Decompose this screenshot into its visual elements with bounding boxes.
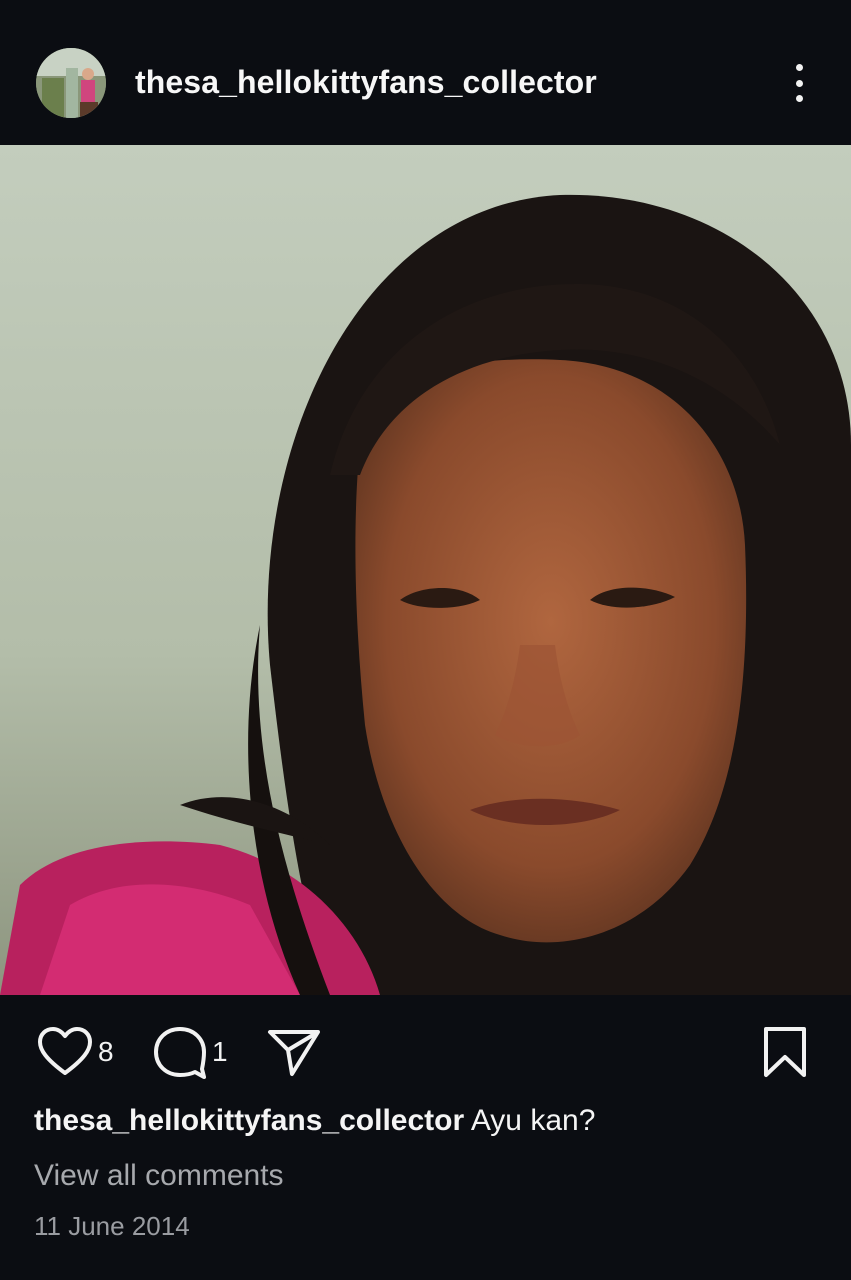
avatar[interactable]: [36, 48, 106, 118]
post-caption: thesa_hellokittyfans_collector Ayu kan?: [34, 1104, 595, 1138]
send-icon: [268, 1030, 320, 1076]
view-all-comments-link[interactable]: View all comments: [34, 1159, 284, 1193]
caption-username[interactable]: thesa_hellokittyfans_collector: [34, 1104, 464, 1137]
comment-count: 1: [212, 1036, 228, 1067]
post-date: 11 June 2014: [34, 1211, 190, 1241]
save-button[interactable]: [760, 1020, 810, 1084]
post-actions: 8 1: [0, 1020, 851, 1084]
like-count: 8: [98, 1036, 114, 1067]
comment-icon: [154, 1027, 206, 1079]
comment-button[interactable]: 1: [152, 1020, 228, 1084]
post-photo[interactable]: [0, 145, 851, 995]
like-button[interactable]: 8: [36, 1020, 114, 1084]
share-button[interactable]: [266, 1020, 322, 1084]
post-header: thesa_hellokittyfans_collector: [0, 0, 851, 145]
selfie-image: [0, 145, 851, 995]
avatar-image: [36, 48, 106, 118]
bookmark-icon: [764, 1027, 806, 1077]
more-options-icon[interactable]: [780, 60, 818, 106]
instagram-post: thesa_hellokittyfans_collector 8 1 thesa…: [0, 0, 851, 1280]
heart-icon: [38, 1027, 92, 1075]
post-username[interactable]: thesa_hellokittyfans_collector: [135, 64, 597, 101]
caption-text: Ayu kan?: [464, 1104, 596, 1137]
